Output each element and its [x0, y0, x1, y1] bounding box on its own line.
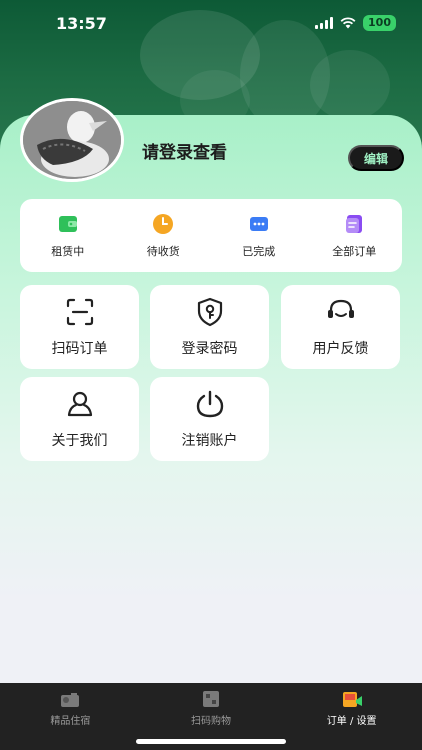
scan-cart-icon: [202, 691, 219, 707]
tab-order-settings[interactable]: 订单 / 设置: [302, 689, 402, 727]
order-pending-receipt[interactable]: 待收货: [123, 213, 203, 259]
tile-cancel-account[interactable]: 注销账户: [150, 377, 269, 461]
document-icon: [346, 214, 363, 233]
order-label: 全部订单: [332, 244, 377, 258]
tile-about-us[interactable]: 关于我们: [20, 377, 139, 461]
tile-label: 登录密码: [181, 341, 238, 357]
avatar-image: [23, 101, 121, 179]
wifi-icon: [340, 17, 356, 29]
login-prompt[interactable]: 请登录查看: [142, 138, 227, 163]
wallet-icon: [58, 215, 77, 232]
home-indicator: [136, 739, 286, 744]
scan-icon: [66, 298, 93, 326]
tile-label: 用户反馈: [312, 341, 369, 357]
order-label: 待收货: [146, 244, 180, 258]
hero-figure: [310, 50, 390, 120]
chat-dots-icon: [249, 216, 268, 231]
hotel-icon: [61, 693, 80, 707]
tile-label: 关于我们: [51, 433, 108, 449]
clock-icon: [153, 213, 174, 234]
order-renting[interactable]: 租赁中: [28, 213, 108, 259]
order-all[interactable]: 全部订单: [314, 213, 394, 259]
tile-login-password[interactable]: 登录密码: [150, 285, 269, 369]
tab-hotel[interactable]: 精品住宿: [20, 689, 120, 727]
tile-user-feedback[interactable]: 用户反馈: [281, 285, 400, 369]
battery-indicator: 100: [363, 15, 396, 31]
order-settings-icon: [342, 692, 362, 707]
cellular-signal-icon: [315, 17, 334, 29]
tab-label: 扫码购物: [190, 716, 231, 727]
tile-label: 扫码订单: [51, 341, 108, 357]
tile-scan-order[interactable]: 扫码订单: [20, 285, 139, 369]
headset-icon: [327, 299, 354, 318]
tab-label: 订单 / 设置: [326, 716, 377, 727]
order-label: 租赁中: [51, 244, 85, 258]
order-label: 已完成: [242, 244, 276, 258]
tile-label: 注销账户: [181, 433, 238, 449]
power-icon: [196, 390, 223, 418]
tab-scan-shopping[interactable]: 扫码购物: [161, 689, 261, 727]
status-time: 13:57: [56, 13, 107, 33]
avatar[interactable]: [20, 98, 124, 182]
status-indicators: 100: [315, 15, 396, 31]
user-icon: [67, 391, 92, 417]
edit-button[interactable]: 编辑: [348, 145, 404, 171]
orders-card: 租赁中 待收货 已完成 全部订单: [20, 199, 402, 272]
tab-label: 精品住宿: [50, 716, 91, 727]
order-completed[interactable]: 已完成: [219, 213, 299, 259]
shield-key-icon: [197, 297, 222, 327]
status-bar: 13:57 100: [0, 0, 422, 46]
